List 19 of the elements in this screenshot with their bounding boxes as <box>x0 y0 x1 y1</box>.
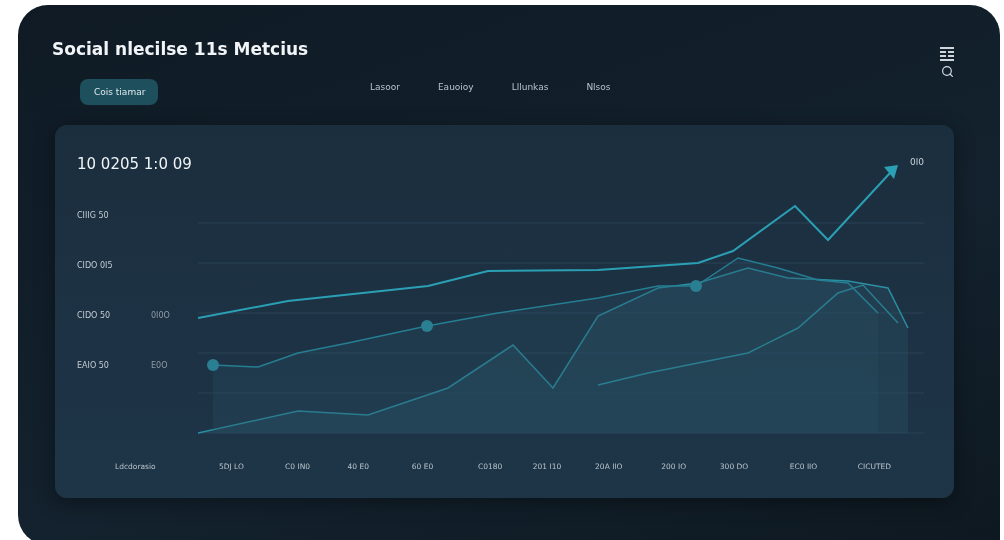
page-title: Social nlecilse 11s Metcius <box>52 39 310 59</box>
axis-label: E0O <box>151 361 168 370</box>
chart-heading: 10 0205 1:0 09 <box>77 155 192 173</box>
data-point <box>689 280 702 292</box>
legend-label: 0l0 <box>910 157 924 167</box>
nav-link[interactable]: Nlsos <box>586 82 611 92</box>
nav-link[interactable]: Eauoioy <box>437 82 474 92</box>
axis-label: EAIO 50 <box>77 361 110 370</box>
data-point <box>206 359 219 371</box>
axis-label: CIIIG 50 <box>77 211 110 220</box>
nav-link[interactable]: Lasoor <box>370 82 400 92</box>
axis-label: CIDO 0I5 <box>77 261 114 270</box>
action-button[interactable]: Cois tiamar <box>80 79 158 105</box>
axis-label: 0I0O <box>151 311 170 320</box>
list-icon[interactable] <box>940 47 954 61</box>
data-point <box>420 320 433 332</box>
search-icon[interactable] <box>940 65 954 78</box>
axis-label: CIDO 50 <box>77 311 112 320</box>
nav-link[interactable]: Lllunkas <box>511 82 549 92</box>
